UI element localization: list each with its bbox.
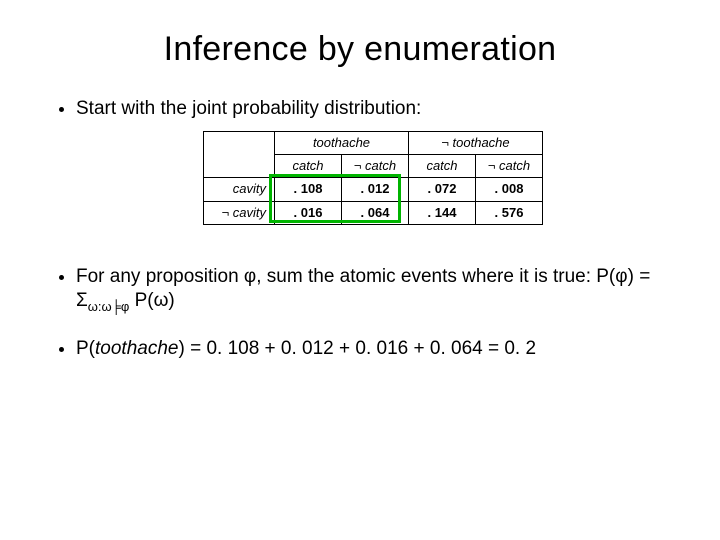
joint-table-wrap: toothache ¬ toothache catch ¬ catch catc… (203, 131, 543, 225)
slide: Inference by enumeration Start with the … (0, 0, 720, 540)
col-catch-1: catch (275, 155, 342, 178)
bullet-3-post: ) = 0. 108 + 0. 012 + 0. 016 + 0. 064 = … (178, 338, 536, 359)
row-not-cavity: ¬ cavity (204, 201, 275, 224)
bullet-3: P(toothache) = 0. 108 + 0. 012 + 0. 016 … (76, 337, 670, 361)
cell: . 008 (475, 178, 542, 201)
bullet-2-sub: ω:ω╞φ (88, 298, 130, 313)
bullet-3-italic: toothache (95, 338, 178, 359)
cell: . 012 (342, 178, 409, 201)
bullet-3-pre: P( (76, 338, 95, 359)
bullet-2-post: P(ω) (129, 290, 174, 311)
table-corner (204, 131, 275, 178)
cell: . 144 (408, 201, 475, 224)
cell: . 108 (275, 178, 342, 201)
col-toothache: toothache (275, 131, 409, 154)
cell: . 016 (275, 201, 342, 224)
table-row: ¬ cavity . 016 . 064 . 144 . 576 (204, 201, 543, 224)
col-notcatch-2: ¬ catch (475, 155, 542, 178)
row-cavity: cavity (204, 178, 275, 201)
table-row: cavity . 108 . 012 . 072 . 008 (204, 178, 543, 201)
col-not-toothache: ¬ toothache (408, 131, 542, 154)
col-catch-2: catch (408, 155, 475, 178)
cell: . 064 (342, 201, 409, 224)
page-title: Inference by enumeration (50, 30, 670, 69)
bullet-2: For any proposition φ, sum the atomic ev… (76, 265, 670, 315)
bullet-1: Start with the joint probability distrib… (76, 97, 670, 225)
table-row: toothache ¬ toothache (204, 131, 543, 154)
cell: . 576 (475, 201, 542, 224)
bullet-1-text: Start with the joint probability distrib… (76, 98, 421, 119)
bullet-list: Start with the joint probability distrib… (50, 97, 670, 360)
cell: . 072 (408, 178, 475, 201)
joint-table: toothache ¬ toothache catch ¬ catch catc… (203, 131, 543, 225)
col-notcatch-1: ¬ catch (342, 155, 409, 178)
